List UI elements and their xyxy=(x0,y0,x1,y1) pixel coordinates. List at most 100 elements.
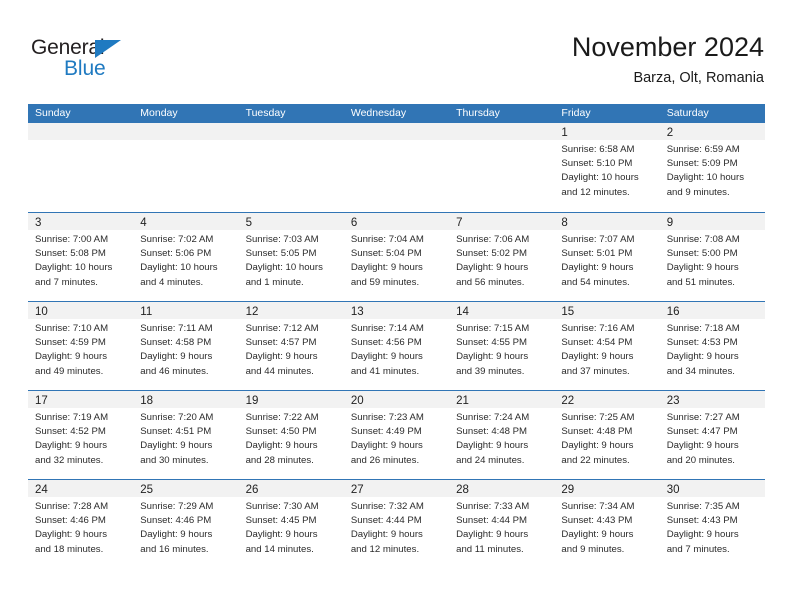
day-number: 6 xyxy=(350,217,358,229)
day-cell xyxy=(343,123,450,212)
day-info: Sunrise: 7:04 AM Sunset: 5:04 PM Dayligh… xyxy=(344,230,449,290)
day-cell[interactable]: 6 Sunrise: 7:04 AM Sunset: 5:04 PM Dayli… xyxy=(343,213,450,301)
day-cell[interactable]: 8 Sunrise: 7:07 AM Sunset: 5:01 PM Dayli… xyxy=(554,213,660,301)
daylight-text-line1: Daylight: 9 hours xyxy=(350,351,423,363)
day-cell xyxy=(133,123,239,212)
weekday-header-saturday: Saturday xyxy=(666,107,709,119)
day-cell[interactable]: 16 Sunrise: 7:18 AM Sunset: 4:53 PM Dayl… xyxy=(659,302,765,390)
day-number: 14 xyxy=(456,306,469,318)
day-number: 4 xyxy=(140,217,147,229)
day-cell[interactable]: 29 Sunrise: 7:34 AM Sunset: 4:43 PM Dayl… xyxy=(554,480,660,568)
day-number: 16 xyxy=(666,306,680,318)
day-cell[interactable]: 10 Sunrise: 7:10 AM Sunset: 4:59 PM Dayl… xyxy=(28,302,134,390)
sunset-text: Sunset: 5:02 PM xyxy=(456,248,528,260)
day-number-band: 8 xyxy=(554,213,660,230)
sunrise-text: Sunrise: 7:24 AM xyxy=(456,412,530,423)
day-cell[interactable]: 23 Sunrise: 7:27 AM Sunset: 4:47 PM Dayl… xyxy=(659,391,765,479)
daylight-text-line1: Daylight: 9 hours xyxy=(666,262,739,274)
daylight-text-line2: and 7 minutes. xyxy=(35,276,98,288)
day-info xyxy=(449,140,554,143)
day-cell[interactable]: 3 Sunrise: 7:00 AM Sunset: 5:08 PM Dayli… xyxy=(28,213,134,301)
day-cell[interactable]: 7 Sunrise: 7:06 AM Sunset: 5:02 PM Dayli… xyxy=(449,213,555,301)
day-cell[interactable]: 5 Sunrise: 7:03 AM Sunset: 5:05 PM Dayli… xyxy=(238,213,344,301)
sunset-text: Sunset: 5:01 PM xyxy=(561,248,633,260)
sunset-text: Sunset: 5:00 PM xyxy=(666,248,738,260)
day-cell[interactable]: 20 Sunrise: 7:23 AM Sunset: 4:49 PM Dayl… xyxy=(343,391,450,479)
day-number: 18 xyxy=(140,395,154,407)
sunset-text: Sunset: 4:47 PM xyxy=(666,426,738,438)
day-cell[interactable]: 19 Sunrise: 7:22 AM Sunset: 4:50 PM Dayl… xyxy=(238,391,344,479)
day-cell[interactable]: 12 Sunrise: 7:12 AM Sunset: 4:57 PM Dayl… xyxy=(238,302,344,390)
sunrise-text: Sunrise: 7:08 AM xyxy=(666,234,740,245)
daylight-text-line1: Daylight: 9 hours xyxy=(140,440,213,452)
day-cell xyxy=(28,123,134,212)
week-row: 24 Sunrise: 7:28 AM Sunset: 4:46 PM Dayl… xyxy=(28,479,765,568)
day-cell[interactable]: 11 Sunrise: 7:11 AM Sunset: 4:58 PM Dayl… xyxy=(133,302,239,390)
day-info: Sunrise: 7:34 AM Sunset: 4:43 PM Dayligh… xyxy=(554,497,659,557)
day-number-band: 16 xyxy=(659,302,765,319)
day-cell xyxy=(238,123,344,212)
day-cell[interactable]: 26 Sunrise: 7:30 AM Sunset: 4:45 PM Dayl… xyxy=(238,480,344,568)
sunset-text: Sunset: 5:10 PM xyxy=(561,158,633,170)
day-info: Sunrise: 7:20 AM Sunset: 4:51 PM Dayligh… xyxy=(133,408,238,468)
day-info: Sunrise: 7:27 AM Sunset: 4:47 PM Dayligh… xyxy=(660,408,765,468)
day-cell[interactable]: 14 Sunrise: 7:15 AM Sunset: 4:55 PM Dayl… xyxy=(449,302,555,390)
day-number: 13 xyxy=(350,306,364,318)
weekday-header-wednesday: Wednesday xyxy=(350,107,407,119)
daylight-text-line2: and 22 minutes. xyxy=(561,454,630,466)
day-cell[interactable]: 25 Sunrise: 7:29 AM Sunset: 4:46 PM Dayl… xyxy=(133,480,239,568)
day-number: 20 xyxy=(350,395,364,407)
day-number-band: 22 xyxy=(554,391,660,408)
day-cell[interactable]: 28 Sunrise: 7:33 AM Sunset: 4:44 PM Dayl… xyxy=(449,480,555,568)
weekday-header-sunday: Sunday xyxy=(35,107,71,119)
day-cell[interactable]: 18 Sunrise: 7:20 AM Sunset: 4:51 PM Dayl… xyxy=(133,391,239,479)
day-info: Sunrise: 6:59 AM Sunset: 5:09 PM Dayligh… xyxy=(660,140,765,200)
sunset-text: Sunset: 4:57 PM xyxy=(245,337,317,349)
sunrise-text: Sunrise: 7:02 AM xyxy=(140,234,214,245)
day-cell[interactable]: 9 Sunrise: 7:08 AM Sunset: 5:00 PM Dayli… xyxy=(659,213,765,301)
day-cell[interactable]: 13 Sunrise: 7:14 AM Sunset: 4:56 PM Dayl… xyxy=(343,302,450,390)
day-number-band: 26 xyxy=(238,480,344,497)
day-number-band: 25 xyxy=(133,480,239,497)
sunrise-text: Sunrise: 7:12 AM xyxy=(245,323,319,334)
daylight-text-line2: and 18 minutes. xyxy=(35,543,104,555)
day-info: Sunrise: 7:07 AM Sunset: 5:01 PM Dayligh… xyxy=(554,230,659,290)
day-info: Sunrise: 7:19 AM Sunset: 4:52 PM Dayligh… xyxy=(28,408,133,468)
day-info: Sunrise: 7:16 AM Sunset: 4:54 PM Dayligh… xyxy=(554,319,659,379)
daylight-text-line1: Daylight: 9 hours xyxy=(350,440,423,452)
daylight-text-line1: Daylight: 9 hours xyxy=(666,351,739,363)
day-number-band: 23 xyxy=(659,391,765,408)
daylight-text-line1: Daylight: 9 hours xyxy=(245,529,318,541)
weekday-header-row: Sunday Monday Tuesday Wednesday Thursday… xyxy=(28,104,765,123)
day-number-band: 14 xyxy=(449,302,555,319)
day-cell[interactable]: 21 Sunrise: 7:24 AM Sunset: 4:48 PM Dayl… xyxy=(449,391,555,479)
day-cell[interactable]: 30 Sunrise: 7:35 AM Sunset: 4:43 PM Dayl… xyxy=(659,480,765,568)
daylight-text-line2: and 9 minutes. xyxy=(666,186,730,198)
day-number: 7 xyxy=(456,217,463,229)
day-cell[interactable]: 22 Sunrise: 7:25 AM Sunset: 4:48 PM Dayl… xyxy=(554,391,660,479)
day-cell[interactable]: 4 Sunrise: 7:02 AM Sunset: 5:06 PM Dayli… xyxy=(133,213,239,301)
day-cell[interactable]: 1 Sunrise: 6:58 AM Sunset: 5:10 PM Dayli… xyxy=(554,123,660,212)
day-number: 29 xyxy=(561,484,575,496)
day-number-band: 11 xyxy=(133,302,239,319)
day-number-band: 20 xyxy=(343,391,450,408)
day-number-band xyxy=(28,123,134,140)
sunrise-text: Sunrise: 7:23 AM xyxy=(350,412,424,423)
sunrise-text: Sunrise: 7:10 AM xyxy=(35,323,109,334)
day-cell[interactable]: 27 Sunrise: 7:32 AM Sunset: 4:44 PM Dayl… xyxy=(343,480,450,568)
daylight-text-line2: and 51 minutes. xyxy=(666,276,735,288)
sunset-text: Sunset: 5:05 PM xyxy=(245,248,317,260)
calendar-page: General Blue November 2024 Barza, Olt, R… xyxy=(0,0,792,612)
day-number-band: 13 xyxy=(343,302,450,319)
day-number-band: 15 xyxy=(554,302,660,319)
daylight-text-line2: and 28 minutes. xyxy=(245,454,314,466)
day-cell[interactable]: 15 Sunrise: 7:16 AM Sunset: 4:54 PM Dayl… xyxy=(554,302,660,390)
day-cell[interactable]: 2 Sunrise: 6:59 AM Sunset: 5:09 PM Dayli… xyxy=(659,123,765,212)
day-number-band: 3 xyxy=(28,213,134,230)
day-number-band: 7 xyxy=(449,213,555,230)
day-cell[interactable]: 17 Sunrise: 7:19 AM Sunset: 4:52 PM Dayl… xyxy=(28,391,134,479)
weekday-header-friday: Friday xyxy=(561,107,591,119)
generalblue-logo[interactable]: General Blue xyxy=(31,36,161,84)
sunset-text: Sunset: 4:52 PM xyxy=(35,426,106,438)
day-cell[interactable]: 24 Sunrise: 7:28 AM Sunset: 4:46 PM Dayl… xyxy=(28,480,134,568)
